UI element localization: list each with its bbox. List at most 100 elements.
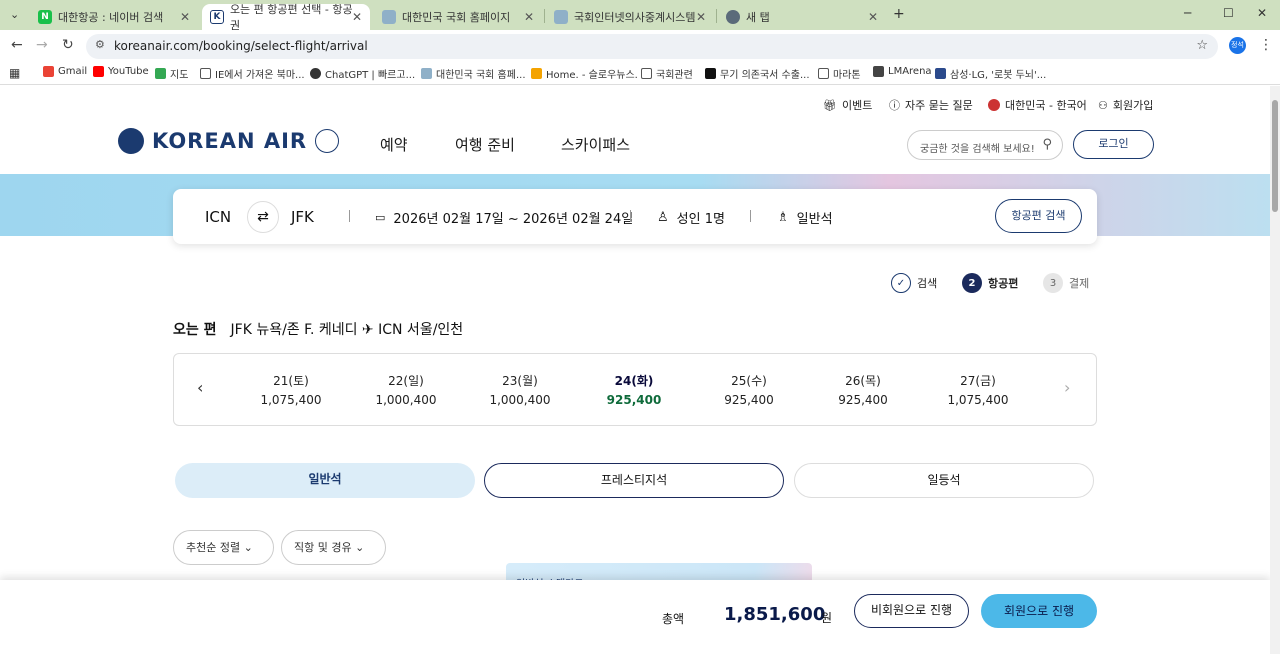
close-window-button[interactable]: ✕	[1257, 6, 1267, 20]
tab-assembly-broadcast[interactable]: 국회인터넷의사중계시스템 ✕	[546, 4, 714, 30]
date-option[interactable]: 25(수) 925,400	[699, 372, 799, 410]
destination-code[interactable]: JFK	[291, 208, 314, 226]
divider	[750, 210, 751, 222]
date-carousel: ‹ 21(토) 1,075,400 22(일) 1,000,400 23(월) 1,0…	[173, 353, 1097, 426]
tab-divider	[544, 9, 545, 23]
sort-dropdown[interactable]: 추천순 정렬 ⌄	[173, 530, 274, 565]
assembly-icon	[554, 10, 568, 24]
tab-assembly[interactable]: 대한민국 국회 홈페이지 ✕	[374, 4, 542, 30]
site-search-input[interactable]: 궁금한 것을 검색해 보세요! ⚲	[907, 130, 1063, 160]
tab-close-icon[interactable]: ✕	[696, 10, 706, 24]
youtube-icon	[93, 66, 104, 77]
profile-avatar[interactable]: 정석	[1229, 37, 1246, 54]
cabin-class[interactable]: ♗ 일반석	[777, 208, 833, 227]
stops-filter-dropdown[interactable]: 직항 및 경유 ⌄	[281, 530, 386, 565]
total-amount: 1,851,600	[724, 604, 826, 625]
bookmark-arms-export[interactable]: 무기 의존국서 수출...	[705, 66, 810, 81]
date-option[interactable]: 23(월) 1,000,400	[470, 372, 570, 410]
assembly-icon	[382, 10, 396, 24]
member-checkout-button[interactable]: 회원으로 진행	[981, 594, 1097, 628]
folder-icon	[818, 68, 829, 79]
apps-grid-icon[interactable]: ▦	[9, 66, 20, 80]
date-option-selected[interactable]: 24(화) 925,400	[584, 372, 684, 410]
koreanair-logo[interactable]: KOREAN AIR	[118, 128, 340, 154]
bookmarks-bar: ▦ Gmail YouTube 지도 IE에서 가져온 북마... ChatGP…	[0, 61, 1280, 85]
browser-tab-strip: ⌄ N 대한항공 : 네이버 검색 ✕ K 오는 편 항공편 선택 - 항공권 ✕ 대한…	[0, 0, 1280, 32]
bookmark-youtube[interactable]: YouTube	[93, 66, 149, 77]
tab-title: 대한민국 국회 홈페이지	[402, 11, 511, 24]
checkout-footer: 총액 1,851,600 원 비회원으로 진행 회원으로 진행	[0, 580, 1270, 654]
maximize-button[interactable]: ☐	[1223, 6, 1234, 20]
bookmark-lmarena[interactable]: LMArena	[873, 66, 932, 77]
date-option[interactable]: 22(일) 1,000,400	[356, 372, 456, 410]
guest-checkout-button[interactable]: 비회원으로 진행	[854, 594, 969, 628]
bookmark-gmail[interactable]: Gmail	[43, 66, 87, 77]
new-tab-button[interactable]: +	[893, 6, 905, 22]
nav-booking[interactable]: 예약	[380, 134, 408, 155]
forward-arrow-icon[interactable]: →	[36, 37, 48, 53]
search-icon[interactable]: ⚲	[1042, 137, 1052, 152]
news-icon	[705, 68, 716, 79]
date-option[interactable]: 27(금) 1,075,400	[928, 372, 1028, 410]
date-option[interactable]: 26(목) 925,400	[813, 372, 913, 410]
date-option[interactable]: 21(토) 1,075,400	[241, 372, 341, 410]
tab-naver[interactable]: N 대한항공 : 네이버 검색 ✕	[30, 4, 198, 30]
nav-travel-prep[interactable]: 여행 준비	[455, 134, 515, 155]
tab-close-icon[interactable]: ✕	[868, 10, 878, 24]
nav-skypass[interactable]: 스카이패스	[561, 134, 630, 155]
search-summary-box: ICN ⇄ JFK ▭ 2026년 02월 17일 ~ 2026년 02월 24일…	[173, 189, 1097, 244]
gmail-icon	[43, 66, 54, 77]
scrollbar-thumb[interactable]	[1272, 100, 1278, 212]
date-range[interactable]: ▭ 2026년 02월 17일 ~ 2026년 02월 24일	[375, 208, 633, 227]
signup-link[interactable]: ⚇ 회원가입	[1098, 97, 1153, 113]
step-number: 2	[962, 273, 982, 293]
tab-koreanair[interactable]: K 오는 편 항공편 선택 - 항공권 ✕	[202, 3, 370, 32]
minimize-button[interactable]: ─	[1184, 6, 1191, 20]
bookmark-slownews[interactable]: Home. - 슬로우뉴스.	[531, 66, 638, 81]
cabin-tab-economy[interactable]: 일반석	[175, 463, 475, 498]
event-link[interactable]: 🎁︎ 이벤트	[823, 97, 872, 113]
cabin-tab-prestige[interactable]: 프레스티지석	[484, 463, 784, 498]
chrome-icon	[726, 10, 740, 24]
faq-link[interactable]: ⓘ 자주 묻는 질문	[889, 97, 973, 113]
tab-title: 국회인터넷의사중계시스템	[574, 11, 696, 24]
bookmark-assembly[interactable]: 대한민국 국회 홈페...	[421, 66, 526, 81]
region-selector[interactable]: 대한민국 - 한국어	[988, 97, 1087, 113]
total-label: 총액	[662, 612, 685, 626]
passenger-count[interactable]: ♙ 성인 1명	[657, 208, 725, 227]
tab-search-chevron-icon[interactable]: ⌄	[10, 8, 19, 21]
omnibox[interactable]: ⚙ koreanair.com/booking/select-flight/ar…	[86, 34, 1218, 59]
tab-close-icon[interactable]: ✕	[352, 10, 362, 24]
flight-search-button[interactable]: 항공편 검색	[995, 199, 1082, 233]
naver-icon: N	[38, 10, 52, 24]
prev-chevron-icon[interactable]: ‹	[197, 378, 203, 397]
next-chevron-icon[interactable]: ›	[1064, 378, 1070, 397]
chatgpt-icon	[310, 68, 321, 79]
bookmark-samsung-lg[interactable]: 삼성·LG, '로봇 두뇌'...	[935, 66, 1046, 81]
taeguk-logo-icon	[118, 128, 144, 154]
bookmark-ie-folder[interactable]: IE에서 가져온 북마...	[200, 66, 305, 81]
user-plus-icon: ⚇	[1098, 98, 1108, 112]
chevron-down-icon: ⌄	[243, 541, 253, 554]
back-arrow-icon[interactable]: ←	[11, 37, 23, 53]
page-scrollbar[interactable]	[1270, 86, 1280, 654]
login-button[interactable]: 로그인	[1073, 130, 1154, 159]
tab-close-icon[interactable]: ✕	[524, 10, 534, 24]
news-icon	[935, 68, 946, 79]
bookmark-maps[interactable]: 지도	[155, 66, 188, 81]
url-text[interactable]: koreanair.com/booking/select-flight/arri…	[114, 39, 368, 53]
divider	[349, 210, 350, 222]
site-info-icon[interactable]: ⚙	[95, 38, 105, 51]
bookmark-assembly-folder[interactable]: 국회관련	[641, 66, 693, 81]
menu-kebab-icon[interactable]: ⋮	[1259, 37, 1273, 53]
origin-code[interactable]: ICN	[205, 208, 231, 226]
swap-icon[interactable]: ⇄	[247, 201, 279, 233]
reload-icon[interactable]: ↻	[62, 37, 74, 53]
cabin-tab-first[interactable]: 일등석	[794, 463, 1094, 498]
tab-new[interactable]: 새 탭 ✕	[718, 4, 886, 30]
bookmark-chatgpt[interactable]: ChatGPT | 빠르고...	[310, 66, 415, 81]
bookmark-star-icon[interactable]: ☆	[1196, 38, 1208, 53]
tab-title: 오는 편 항공편 선택 - 항공권	[229, 3, 353, 32]
bookmark-marathon-folder[interactable]: 마라톤	[818, 66, 861, 81]
tab-close-icon[interactable]: ✕	[180, 10, 190, 24]
